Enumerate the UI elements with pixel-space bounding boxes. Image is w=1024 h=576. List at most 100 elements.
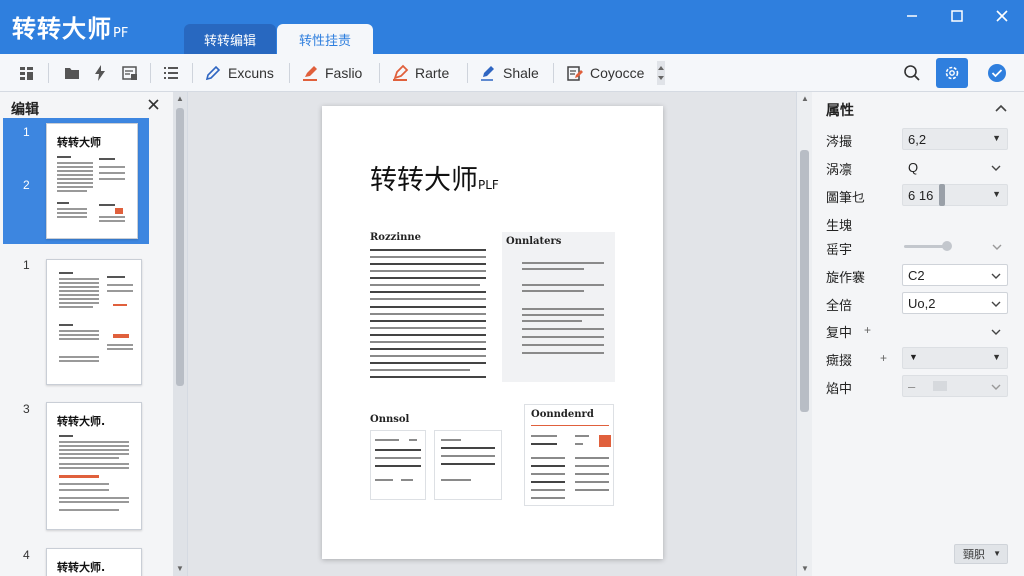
slider-handle[interactable] (939, 184, 945, 206)
scroll-up-icon[interactable]: ▲ (801, 94, 809, 103)
prop-label: 生塊 (826, 218, 853, 233)
prop-label: 焰中 (826, 381, 853, 396)
prop-select[interactable]: 6,2 ▼ (902, 128, 1008, 150)
minimize-button[interactable] (894, 4, 930, 28)
thumbnail-item[interactable]: 1 (3, 254, 149, 390)
pencil-icon (205, 65, 221, 81)
close-button[interactable] (984, 4, 1020, 28)
prop-select[interactable]: C2 (902, 264, 1008, 286)
confirm-button[interactable] (981, 58, 1013, 88)
panel-title: 编辑 (11, 101, 39, 117)
minimize-icon (907, 15, 917, 17)
settings-button[interactable] (936, 58, 968, 88)
thumbnail-heading: 转转大师 (57, 136, 101, 149)
image-tool-button[interactable] (121, 60, 139, 86)
thumbnail-item[interactable]: 4 转转大师. (3, 544, 149, 576)
tab-edit-label: 转转编辑 (203, 32, 256, 48)
check-circle-icon (988, 64, 1006, 82)
thumbnail-page (46, 259, 142, 385)
prop-value: C2 (908, 267, 925, 283)
document-page[interactable]: 转转大师PLF Rozzinne Onnlaters Onnsol Oonnde… (322, 106, 663, 559)
scroll-up-icon[interactable]: ▲ (176, 94, 184, 103)
tab-convert-label: 转性挂责 (298, 32, 351, 48)
prop-select[interactable]: ▼ ▼ (902, 347, 1008, 369)
section-heading: Onnsol (370, 414, 410, 425)
pen-icon (481, 66, 494, 81)
properties-title: 属性 (826, 102, 854, 118)
page-edit-icon (567, 66, 583, 81)
thumbnail-number: 4 (23, 548, 30, 562)
sidebar-box-heading: Onnlaters (506, 236, 562, 247)
tool-rarte-button[interactable]: Rarte (391, 60, 449, 86)
scrollbar-thumb[interactable] (176, 108, 184, 386)
open-folder-button[interactable] (63, 60, 81, 86)
caret-down-icon: ▼ (909, 352, 918, 362)
thumbnail-item[interactable]: 1 2 转转大师 (3, 118, 149, 244)
info-card (370, 430, 426, 500)
prop-slider-select[interactable]: 6 16 ▼ (902, 184, 1008, 206)
slider-knob[interactable] (942, 241, 952, 251)
toolbar-divider (379, 63, 380, 83)
chevron-down-icon (991, 301, 1001, 307)
title-bar: 转转大师PF 转转编辑 转性挂责 (0, 0, 1024, 54)
prop-label: 涔撮 (826, 134, 853, 149)
view-mode-dropdown[interactable]: 頸胑 ▼ (954, 544, 1008, 564)
toolbar-divider (467, 63, 468, 83)
tab-edit[interactable]: 转转编辑 (184, 24, 276, 54)
chevron-down-icon (991, 384, 1001, 390)
tool-shale-button[interactable]: Shale (479, 60, 539, 86)
search-button[interactable] (896, 58, 928, 88)
app-title-suffix: PF (113, 26, 129, 41)
scroll-down-icon[interactable]: ▼ (801, 564, 809, 573)
scrollbar-thumb[interactable] (800, 150, 809, 412)
chevron-down-icon (992, 244, 1002, 250)
toolbar-divider (150, 63, 151, 83)
app-title: 转转大师PF (12, 9, 128, 44)
document-canvas[interactable]: 转转大师PLF Rozzinne Onnlaters Onnsol Oonnde… (188, 92, 796, 576)
prop-slider[interactable] (902, 236, 1008, 258)
thumbnail-number: 1 (23, 258, 30, 272)
quick-action-button[interactable] (92, 60, 108, 86)
thumbnail-page: 转转大师. (46, 548, 142, 576)
maximize-icon (951, 10, 963, 22)
thumbnail-scrollbar[interactable]: ▲ ▼ (173, 92, 187, 576)
overflow-arrows-icon (657, 61, 665, 85)
thumbnail-sub-number: 2 (23, 178, 30, 192)
thumbnail-item[interactable]: 3 转转大师. (3, 402, 149, 538)
chevron-up-icon (995, 104, 1007, 112)
tab-convert[interactable]: 转性挂责 (277, 24, 373, 54)
layout-button[interactable] (18, 60, 36, 86)
canvas-scrollbar[interactable]: ▲ ▼ (796, 92, 812, 576)
tool-faslio-button[interactable]: Faslio (301, 60, 362, 86)
close-icon (148, 99, 159, 110)
scroll-down-icon[interactable]: ▼ (176, 564, 184, 573)
maximize-button[interactable] (939, 4, 975, 28)
tool-coyocce-button[interactable]: Coyocce (566, 60, 644, 86)
toolbar-overflow-button[interactable] (656, 60, 666, 86)
thumbnail-page: 转转大师. (46, 402, 142, 530)
collapse-button[interactable] (995, 100, 1007, 116)
chevron-down-icon: ▼ (993, 549, 1001, 558)
prop-select[interactable]: – (902, 375, 1008, 397)
prop-label: 涡凛 (826, 162, 853, 177)
document-title: 转转大师PLF (370, 158, 499, 197)
document-title-suffix: PLF (478, 178, 499, 192)
prop-select[interactable]: Q (902, 156, 1008, 178)
add-icon[interactable]: + (864, 323, 871, 337)
prop-select[interactable] (902, 320, 1008, 342)
prop-select[interactable]: Uo,2 (902, 292, 1008, 314)
panel-close-button[interactable] (148, 97, 159, 114)
prop-label: 旋作褰 (826, 270, 866, 285)
list-button[interactable] (162, 60, 180, 86)
prop-value: Q (908, 159, 919, 175)
document-title-text: 转转大师 (370, 165, 478, 196)
sidebar-box: Onnlaters (502, 232, 615, 382)
thumbnail-heading: 转转大师. (57, 561, 106, 574)
app-title-text: 转转大师 (12, 15, 112, 43)
toolbar-divider (289, 63, 290, 83)
tool-excuns-button[interactable]: Excuns (204, 60, 274, 86)
prop-value: Uo,2 (908, 295, 936, 311)
add-icon[interactable]: + (880, 351, 887, 365)
info-card (434, 430, 502, 500)
view-mode-label: 頸胑 (963, 549, 985, 561)
